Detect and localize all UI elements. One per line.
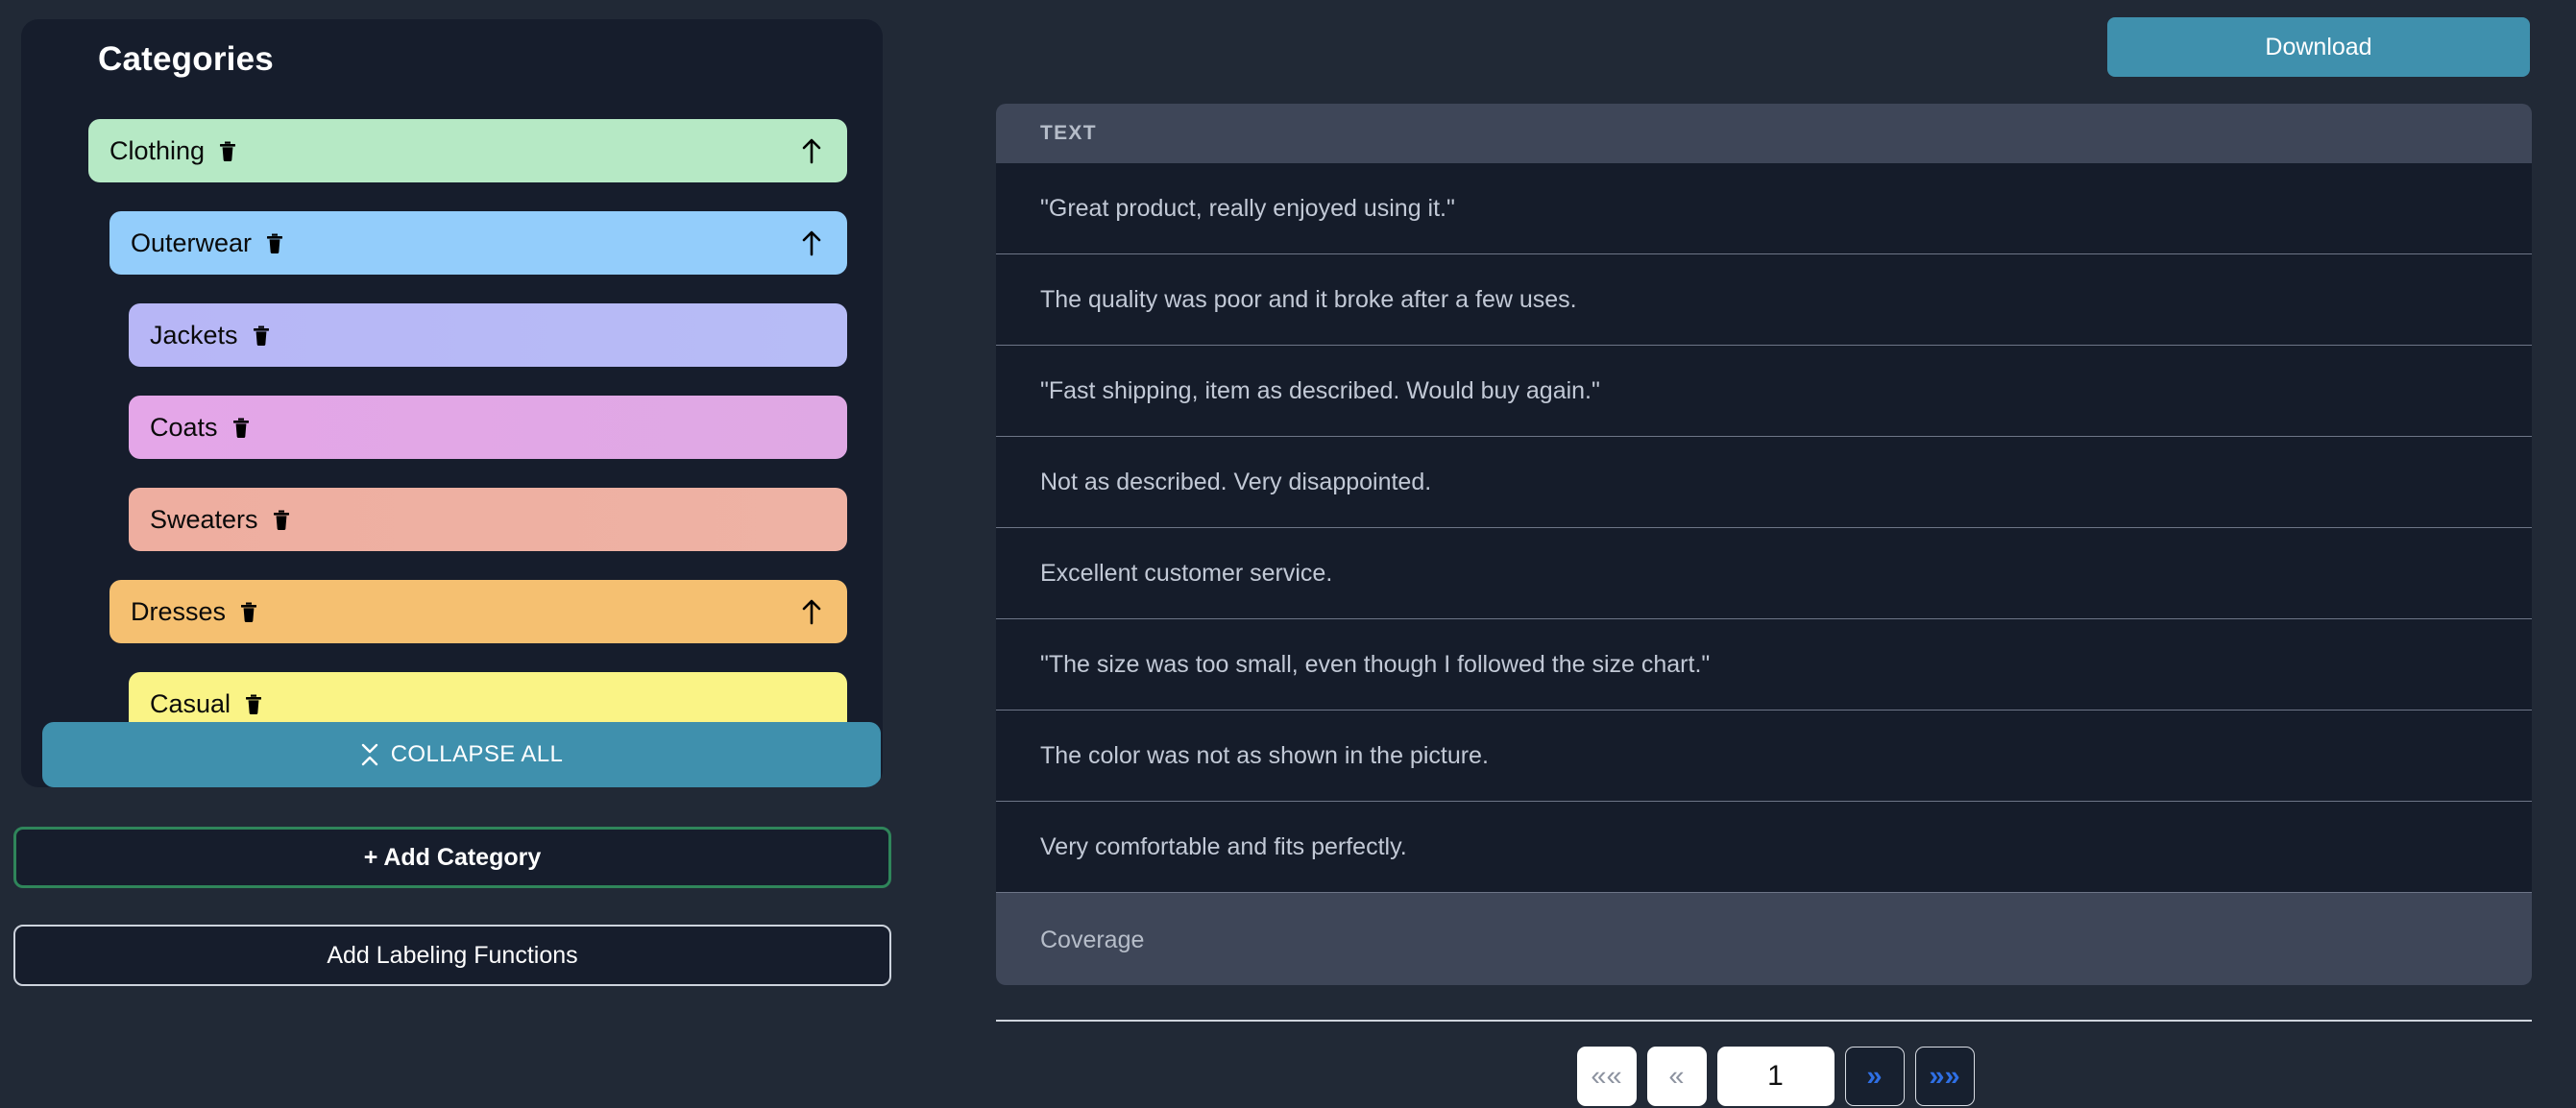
category-row[interactable]: Sweaters <box>129 488 847 551</box>
trash-icon[interactable] <box>252 325 271 347</box>
main-panel: Download TEXT "Great product, really enj… <box>975 0 2576 1108</box>
pagination: «« « » »» <box>975 1047 2576 1106</box>
arrow-up-icon[interactable] <box>799 597 824 626</box>
table-header-row: TEXT <box>996 104 2532 163</box>
add-labeling-functions-label: Add Labeling Functions <box>327 941 578 969</box>
table-row[interactable]: The quality was poor and it broke after … <box>996 254 2532 346</box>
table-footer-coverage: Coverage <box>996 893 2532 985</box>
table-row[interactable]: "The size was too small, even though I f… <box>996 619 2532 711</box>
category-label-group: Clothing <box>88 136 237 166</box>
table-cell-text: Excellent customer service. <box>1040 559 1333 587</box>
pagination-page-input[interactable] <box>1716 1047 1835 1106</box>
category-label: Outerwear <box>131 228 253 257</box>
categories-card: Categories Clothing Outerwear Jackets Coats… <box>21 19 883 787</box>
category-row[interactable]: Outerwear <box>109 211 847 275</box>
category-row[interactable]: Jackets <box>129 303 847 367</box>
collapse-all-button[interactable]: COLLAPSE ALL <box>42 722 881 787</box>
categories-list[interactable]: Clothing Outerwear Jackets Coats Sweaters Dre… <box>21 100 883 787</box>
table-cell-text: The quality was poor and it broke after … <box>1040 285 1577 313</box>
pagination-prev-button[interactable]: « <box>1646 1047 1707 1106</box>
trash-icon[interactable] <box>218 140 237 162</box>
trash-icon[interactable] <box>244 693 263 715</box>
add-category-label: + Add Category <box>363 843 542 871</box>
pagination-next-button[interactable]: » <box>1844 1047 1905 1106</box>
table-row[interactable]: Excellent customer service. <box>996 528 2532 619</box>
download-button[interactable]: Download <box>2107 17 2530 77</box>
add-labeling-functions-button[interactable]: Add Labeling Functions <box>13 925 891 986</box>
category-label-group: Outerwear <box>109 229 284 258</box>
category-label-group: Coats <box>129 413 251 443</box>
category-label-group: Sweaters <box>129 505 291 535</box>
pagination-divider <box>996 1020 2532 1022</box>
table-cell-text: "Fast shipping, item as described. Would… <box>1040 376 1600 404</box>
category-label-group: Dresses <box>109 597 258 627</box>
table-cell-text: "The size was too small, even though I f… <box>1040 650 1711 678</box>
arrow-up-icon[interactable] <box>799 136 824 165</box>
table-row[interactable]: "Fast shipping, item as described. Would… <box>996 346 2532 437</box>
table-cell-text: Not as described. Very disappointed. <box>1040 468 1432 495</box>
column-header-text: TEXT <box>1040 122 1097 144</box>
collapse-all-label: COLLAPSE ALL <box>390 741 564 767</box>
arrow-up-icon[interactable] <box>799 229 824 257</box>
category-label: Coats <box>150 412 218 442</box>
table-row[interactable]: The color was not as shown in the pictur… <box>996 711 2532 802</box>
table-cell-text: The color was not as shown in the pictur… <box>1040 741 1489 769</box>
page-title: Categories <box>98 40 274 78</box>
trash-icon[interactable] <box>272 509 291 531</box>
category-label: Clothing <box>109 135 206 165</box>
trash-icon[interactable] <box>265 232 284 254</box>
app-root: Categories Clothing Outerwear Jackets Coats… <box>0 0 2576 1108</box>
table-cell-text: "Great product, really enjoyed using it.… <box>1040 194 1455 222</box>
category-label: Casual <box>150 688 231 718</box>
category-label: Dresses <box>131 596 227 626</box>
category-label-group: Jackets <box>129 321 271 350</box>
pagination-first-button[interactable]: «« <box>1576 1047 1637 1106</box>
table-cell-text: Very comfortable and fits perfectly. <box>1040 832 1407 860</box>
table-row[interactable]: "Great product, really enjoyed using it.… <box>996 163 2532 254</box>
category-label: Jackets <box>150 320 238 349</box>
collapse-icon <box>360 743 379 766</box>
table-row[interactable]: Not as described. Very disappointed. <box>996 437 2532 528</box>
pagination-last-button[interactable]: »» <box>1914 1047 1975 1106</box>
category-row[interactable]: Clothing <box>88 119 847 182</box>
trash-icon[interactable] <box>231 417 251 439</box>
text-table: TEXT "Great product, really enjoyed usin… <box>996 104 2532 985</box>
category-label-group: Casual <box>129 689 263 719</box>
category-label: Sweaters <box>150 504 258 534</box>
category-row[interactable]: Dresses <box>109 580 847 643</box>
category-row[interactable]: Coats <box>129 396 847 459</box>
categories-sidebar: Categories Clothing Outerwear Jackets Coats… <box>0 0 975 1108</box>
table-row[interactable]: Very comfortable and fits perfectly. <box>996 802 2532 893</box>
add-category-button[interactable]: + Add Category <box>13 827 891 888</box>
table-body: "Great product, really enjoyed using it.… <box>996 163 2532 893</box>
trash-icon[interactable] <box>239 601 258 623</box>
coverage-label: Coverage <box>1040 926 1145 953</box>
